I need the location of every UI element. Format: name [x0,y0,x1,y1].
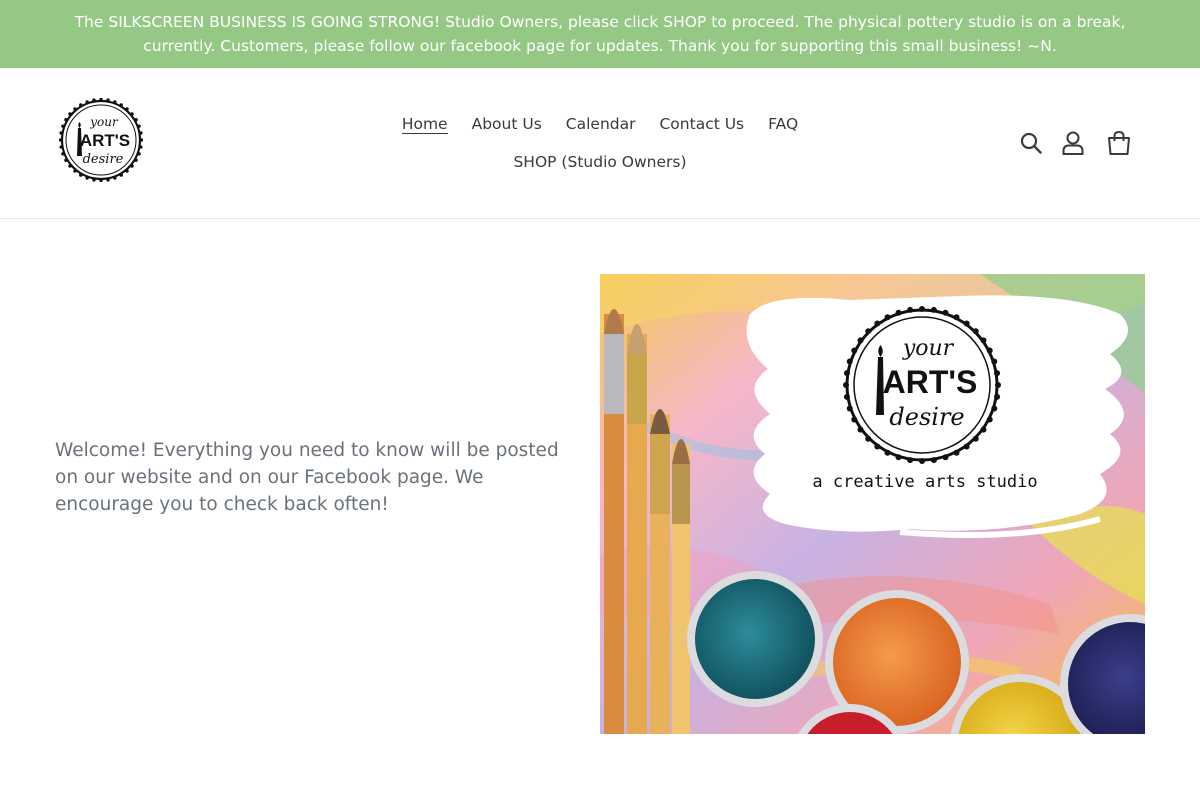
account-icon [1062,131,1084,155]
nav-faq[interactable]: FAQ [756,113,810,135]
announcement-bar: The SILKSCREEN BUSINESS IS GOING STRONG!… [0,0,1200,68]
nav-contact-us[interactable]: Contact Us [647,113,756,135]
logo-line1: your [89,115,119,129]
site-header: your ART'S desire Home About Us Calendar… [0,68,1200,219]
search-icon [1020,132,1042,154]
image-logo-line2: ART'S [883,364,978,400]
nav-calendar[interactable]: Calendar [554,113,648,135]
image-logo-line3: desire [889,403,964,431]
cart-icon [1108,130,1130,155]
nav-about-us[interactable]: About Us [460,113,554,135]
logo-line3: desire [83,152,124,167]
welcome-text: Welcome! Everything you need to know wil… [55,440,559,515]
header-icons [1016,128,1134,158]
main-nav: Home About Us Calendar Contact Us FAQ SH… [300,113,900,173]
hero-image: your ART'S desire a creative arts studio [600,274,1145,734]
image-logo-line1: your [902,336,955,361]
account-button[interactable] [1058,128,1088,158]
nav-shop-studio-owners[interactable]: SHOP (Studio Owners) [501,151,698,173]
logo-badge-icon: your ART'S desire [58,97,144,183]
cart-button[interactable] [1104,128,1134,158]
main-content: Welcome! Everything you need to know wil… [0,219,1200,800]
announcement-text: The SILKSCREEN BUSINESS IS GOING STRONG!… [74,13,1126,55]
search-button[interactable] [1016,128,1046,158]
logo-line2: ART'S [80,131,130,150]
image-tagline: a creative arts studio [812,472,1037,492]
nav-home[interactable]: Home [390,113,460,135]
site-logo[interactable]: your ART'S desire [58,97,144,183]
